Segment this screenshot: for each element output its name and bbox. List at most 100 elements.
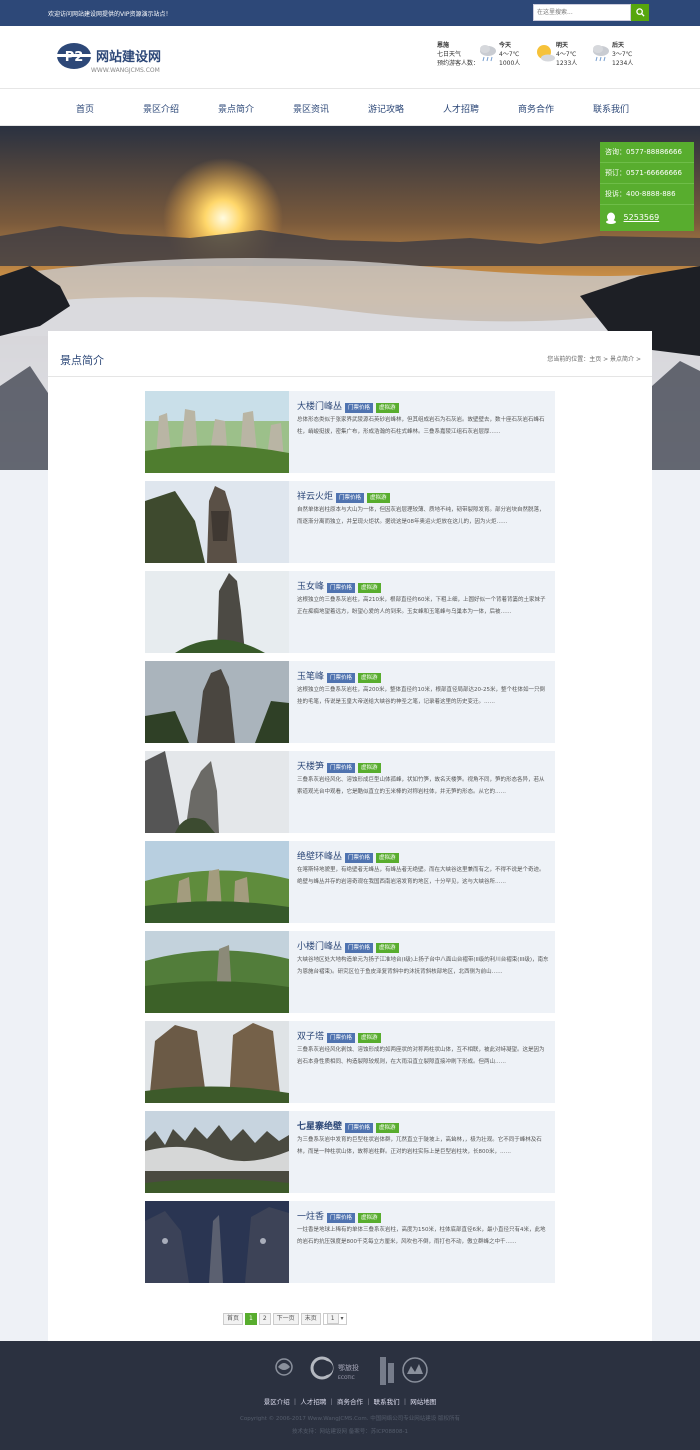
- weather-temp: 4～7℃: [556, 51, 577, 58]
- nav-spots[interactable]: 景点简介: [218, 102, 254, 115]
- breadcrumb[interactable]: 您当前的位置：主页 > 景点简介 >: [547, 354, 641, 363]
- item-description: 自然单体岩柱原本与大山为一体，但因灰岩层理较薄、质地不纯，韧带裂隙发育。部分岩块…: [297, 507, 545, 525]
- item-thumbnail[interactable]: [145, 481, 289, 563]
- item-thumbnail[interactable]: [145, 841, 289, 923]
- logo-mark-text: P2: [65, 50, 84, 65]
- list-item[interactable]: 玉笔峰 门票价格 虚拟游 这根独立的三叠系灰岩柱，高200米，整体直径约10米，根部…: [145, 661, 555, 743]
- item-description: 一炷香是地球上稀有的单体三叠系灰岩柱，高度为150米，柱体底部直径6米，最小直径…: [297, 1227, 546, 1245]
- virtual-tour-tag[interactable]: 虚拟游: [358, 762, 381, 773]
- ticket-price-tag[interactable]: 门票价格: [327, 762, 356, 773]
- ticket-price-tag[interactable]: 门票价格: [327, 582, 356, 593]
- page-current[interactable]: 1: [245, 1313, 257, 1325]
- item-title[interactable]: 双子塔: [297, 1031, 324, 1044]
- item-thumbnail[interactable]: [145, 751, 289, 833]
- item-title[interactable]: 祥云火炬: [297, 491, 333, 504]
- item-thumbnail[interactable]: [145, 391, 289, 473]
- ticket-price-tag[interactable]: 门票价格: [327, 1032, 356, 1043]
- nav-jobs[interactable]: 人才招聘: [443, 102, 479, 115]
- search-button[interactable]: [631, 4, 649, 21]
- site-url: WWW.WANGJCMS.COM: [91, 67, 160, 74]
- item-title[interactable]: 一炷香: [297, 1211, 324, 1224]
- nav-news[interactable]: 景区资讯: [293, 102, 329, 115]
- list-item[interactable]: 绝壁环峰丛 门票价格 虚拟游 在喀斯特地貌里，有绝壁者无峰丛，有峰丛者无绝壁。而在大…: [145, 841, 555, 923]
- search-icon: [635, 8, 645, 17]
- page-next[interactable]: 下一页: [272, 1313, 299, 1325]
- list-item[interactable]: 七星寨绝壁 门票价格 虚拟游 为三叠系灰岩中发育的巨型柱状岩体群，兀然直立于陡坡上，…: [145, 1111, 555, 1193]
- ticket-price-tag[interactable]: 门票价格: [345, 942, 374, 953]
- page-2[interactable]: 2: [258, 1313, 271, 1325]
- page-last[interactable]: 末页: [300, 1313, 321, 1325]
- item-thumbnail[interactable]: [145, 931, 289, 1013]
- weather-day-label: 今天: [499, 42, 512, 49]
- logo-mark-icon: P2: [57, 43, 91, 69]
- nav-home[interactable]: 首页: [76, 102, 94, 115]
- list-item[interactable]: 大楼门峰丛 门票价格 虚拟游 总体形态类似于张家界武陵源石英砂岩峰林，但其组成岩石为…: [145, 391, 555, 473]
- list-item[interactable]: 小楼门峰丛 门票价格 虚拟游 大峡谷地区处大地构造单元为扬子江准地台(I级)上扬子台…: [145, 931, 555, 1013]
- item-title[interactable]: 绝壁环峰丛: [297, 851, 342, 864]
- virtual-tour-tag[interactable]: 虚拟游: [367, 492, 390, 503]
- page-title: 景点简介: [60, 354, 104, 367]
- weather-count: 1234人: [612, 60, 634, 67]
- virtual-tour-tag[interactable]: 虚拟游: [376, 852, 399, 863]
- search-box: [533, 4, 649, 21]
- ticket-price-tag[interactable]: 门票价格: [345, 1122, 374, 1133]
- item-thumbnail[interactable]: [145, 1111, 289, 1193]
- list-item[interactable]: 玉女峰 门票价格 虚拟游 这根独立的三叠系灰岩柱，高210米，根部直径约60米，下粗…: [145, 571, 555, 653]
- list-item[interactable]: 祥云火炬 门票价格 虚拟游 自然单体岩柱原本与大山为一体，但因灰岩层理较薄、质地不纯…: [145, 481, 555, 563]
- item-title[interactable]: 小楼门峰丛: [297, 941, 342, 954]
- item-thumbnail[interactable]: [145, 571, 289, 653]
- item-description: 总体形态类似于张家界武陵源石英砂岩峰林，但其组成岩石为石灰岩。故壁壁去，数十座石…: [297, 417, 545, 435]
- weather-visitor-label: 预约游客人数：: [437, 60, 480, 67]
- virtual-tour-tag[interactable]: 虚拟游: [376, 942, 399, 953]
- item-thumbnail[interactable]: [145, 661, 289, 743]
- ticket-price-tag[interactable]: 门票价格: [327, 672, 356, 683]
- list-item[interactable]: 双子塔 门票价格 虚拟游 三叠系灰岩经风化剥蚀、溶蚀形成的如两座状的对称两柱状山体，…: [145, 1021, 555, 1103]
- complaint-phone[interactable]: 投诉：400-8888-886: [600, 184, 694, 205]
- item-title[interactable]: 大楼门峰丛: [297, 401, 342, 414]
- virtual-tour-tag[interactable]: 虚拟游: [376, 1122, 399, 1133]
- virtual-tour-tag[interactable]: 虚拟游: [358, 1212, 381, 1223]
- nav-travel-guide[interactable]: 游记攻略: [368, 102, 404, 115]
- cloud-rain-icon: [593, 45, 609, 62]
- list-item[interactable]: 一炷香 门票价格 虚拟游 一炷香是地球上稀有的单体三叠系灰岩柱，高度为150米，柱体…: [145, 1201, 555, 1283]
- footer-links[interactable]: 景区介绍 ｜ 人才招聘 ｜ 商务合作 ｜ 联系我们 ｜ 网站地图: [0, 1396, 700, 1406]
- weather-day-after: 后天 3～7℃ 1234人: [590, 41, 645, 81]
- weather-seven-day: 七日天气: [437, 51, 462, 58]
- site-logo[interactable]: P2 网站建设网 WWW.WANGJCMS.COM: [56, 42, 176, 78]
- weather-day-today: 今天 4～7℃ 1000人: [477, 41, 532, 81]
- item-title[interactable]: 天楼笋: [297, 761, 324, 774]
- partner-logos-icon: 鄂旅投 ECOTIC: [275, 1356, 428, 1385]
- item-title[interactable]: 七星寨绝壁: [297, 1121, 342, 1134]
- virtual-tour-tag[interactable]: 虚拟游: [358, 672, 381, 683]
- ticket-price-tag[interactable]: 门票价格: [345, 402, 374, 413]
- partner-logo-caption-en: ECOTIC: [338, 1375, 355, 1381]
- item-title[interactable]: 玉笔峰: [297, 671, 324, 684]
- ticket-price-tag[interactable]: 门票价格: [336, 492, 365, 503]
- nav-scenic-intro[interactable]: 景区介绍: [143, 102, 179, 115]
- item-title[interactable]: 玉女峰: [297, 581, 324, 594]
- footer: 鄂旅投 ECOTIC 景区介绍 ｜ 人才招聘 ｜ 商务合作 ｜ 联系我们 ｜ 网…: [0, 1341, 700, 1450]
- ticket-price-tag[interactable]: 门票价格: [345, 852, 374, 863]
- booking-phone[interactable]: 预订：0571-66666666: [600, 163, 694, 184]
- item-thumbnail[interactable]: [145, 1201, 289, 1283]
- virtual-tour-tag[interactable]: 虚拟游: [358, 582, 381, 593]
- nav-business[interactable]: 商务合作: [518, 102, 554, 115]
- item-description: 为三叠系灰岩中发育的巨型柱状岩体群，兀然直立于陡坡上，高耸林，，极为壮观。它不同…: [297, 1137, 542, 1155]
- list-item[interactable]: 天楼笋 门票价格 虚拟游 三叠系灰岩经风化、溶蚀形成巨型山体孤峰，状如竹笋，故名天楼…: [145, 751, 555, 833]
- page-select[interactable]: 1 ▾: [322, 1313, 348, 1325]
- cloud-rain-icon: [480, 45, 496, 62]
- ticket-price-tag[interactable]: 门票价格: [327, 1212, 356, 1223]
- header: P2 网站建设网 WWW.WANGJCMS.COM 恩施 七日天气 预约游客人数…: [0, 26, 700, 88]
- page-first[interactable]: 首页: [223, 1313, 244, 1325]
- virtual-tour-tag[interactable]: 虚拟游: [358, 1032, 381, 1043]
- sun-cloud-icon: [537, 45, 555, 62]
- consult-phone[interactable]: 咨询：0577-88886666: [600, 142, 694, 163]
- virtual-tour-tag[interactable]: 虚拟游: [376, 402, 399, 413]
- qq-contact[interactable]: 5253569: [600, 205, 694, 231]
- contact-sidebar: 咨询：0577-88886666 预订：0571-66666666 投诉：400…: [600, 142, 694, 231]
- weather-city: 恩施: [437, 42, 450, 49]
- item-thumbnail[interactable]: [145, 1021, 289, 1103]
- weather-location: 恩施 七日天气 预约游客人数：: [437, 41, 479, 68]
- nav-contact[interactable]: 联系我们: [593, 102, 629, 115]
- search-input[interactable]: [533, 4, 631, 21]
